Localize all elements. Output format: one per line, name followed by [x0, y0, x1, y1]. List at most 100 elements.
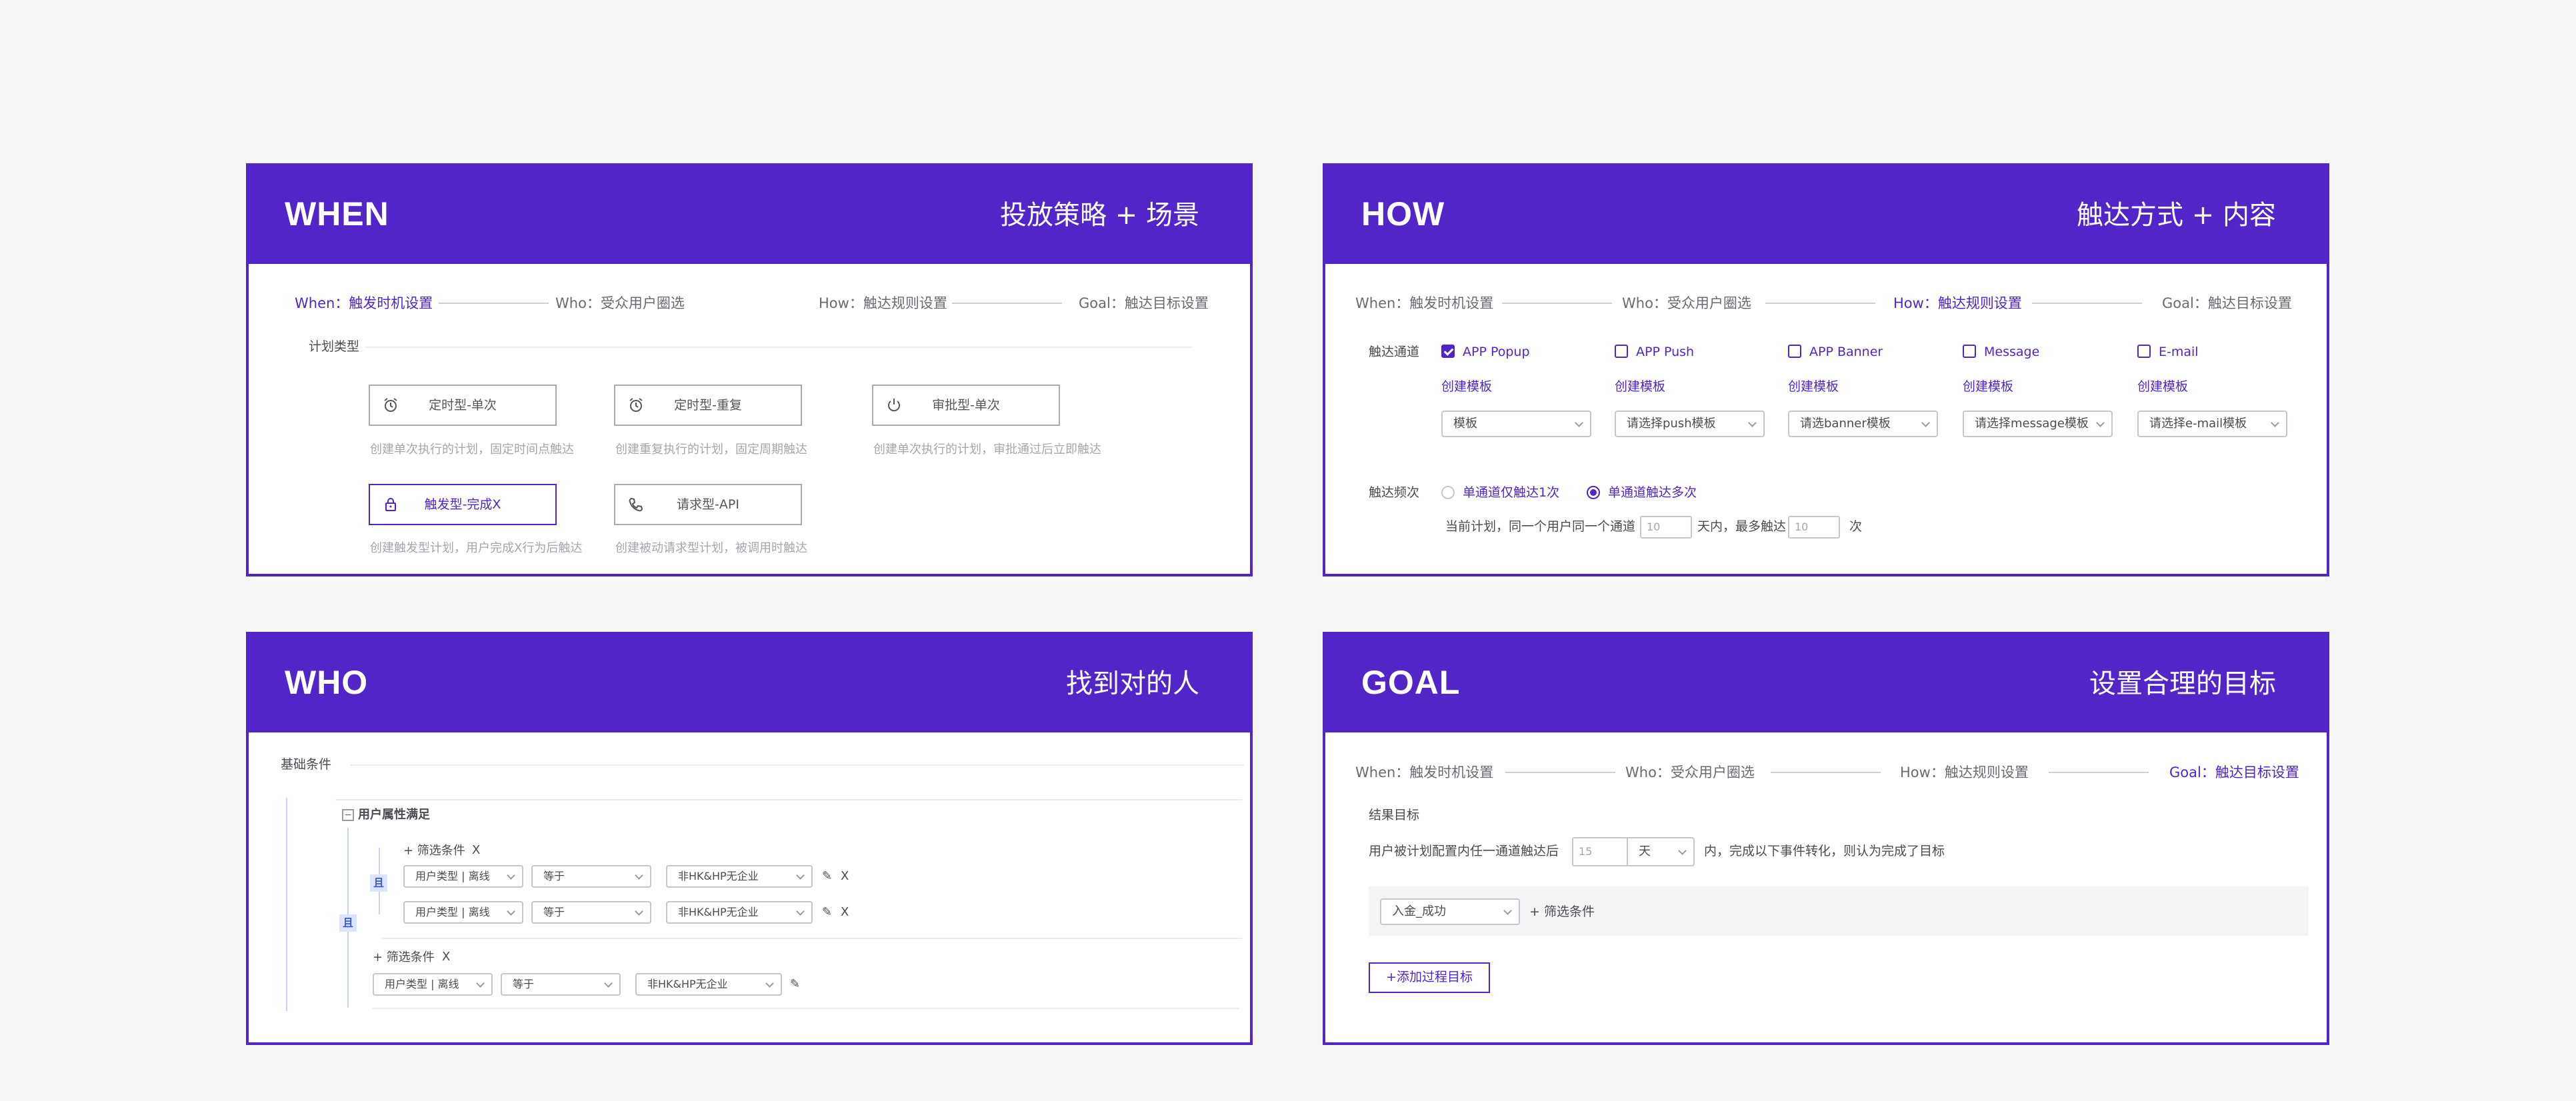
create-template-link[interactable]: 创建模板 — [1963, 378, 2013, 395]
freq-multi-radio[interactable] — [1587, 486, 1600, 499]
add-filter-link[interactable]: + 筛选条件 — [1529, 903, 1595, 920]
step-when[interactable]: When：触发时机设置 — [1355, 294, 1493, 313]
close-icon[interactable]: X — [841, 904, 849, 921]
chevron-down-icon — [507, 907, 515, 916]
value-select[interactable]: 非HK&HP无企业 — [635, 973, 782, 996]
template-select[interactable]: 请选择e-mail模板 — [2137, 411, 2287, 437]
step-goal[interactable]: Goal：触达目标设置 — [2162, 294, 2292, 313]
add-filter-link[interactable]: + 筛选条件 — [403, 842, 465, 860]
card-scheduled-once[interactable]: 定时型-单次 — [369, 385, 557, 426]
card-label: 定时型-单次 — [429, 398, 497, 413]
select-value: 请选择message模板 — [1975, 417, 2089, 431]
card-request-api[interactable]: 请求型-API — [614, 484, 802, 525]
event-select[interactable]: 入金_成功 — [1380, 898, 1520, 925]
divider — [373, 1008, 1239, 1009]
close-icon[interactable]: X — [472, 842, 480, 859]
field-select[interactable]: 用户类型 | 离线 — [403, 865, 523, 888]
operator-select[interactable]: 等于 — [501, 973, 621, 996]
create-template-link[interactable]: 创建模板 — [1441, 378, 1492, 395]
who-header: WHO 找到对的人 — [249, 634, 1250, 732]
step-goal[interactable]: Goal：触达目标设置 — [2169, 763, 2299, 782]
card-label: 触发型-完成X — [424, 497, 501, 512]
group-label: 用户属性满足 — [358, 808, 430, 822]
chevron-down-icon — [1503, 906, 1512, 915]
channel-checkbox[interactable] — [1963, 345, 1976, 358]
card-trigger-complete-x[interactable]: 触发型-完成X — [369, 484, 557, 525]
card-scheduled-repeat[interactable]: 定时型-重复 — [614, 385, 802, 426]
step-connector — [1771, 772, 1881, 773]
card-label: 审批型-单次 — [932, 398, 1000, 413]
step-how[interactable]: How：触达规则设置 — [1893, 294, 2022, 313]
card-approval-once[interactable]: 审批型-单次 — [872, 385, 1060, 426]
operator-select[interactable]: 等于 — [531, 865, 651, 888]
chevron-down-icon — [476, 979, 485, 988]
step-connector — [2032, 303, 2142, 304]
channel-name: APP Banner — [1809, 345, 1883, 359]
select-value: 请选banner模板 — [1800, 417, 1891, 431]
freq-once-radio[interactable] — [1441, 486, 1455, 499]
when-title: WHEN — [285, 195, 389, 233]
value-select[interactable]: 非HK&HP无企业 — [666, 901, 813, 924]
step-when[interactable]: When：触发时机设置 — [295, 294, 433, 313]
and-badge[interactable]: 且 — [370, 874, 387, 892]
edit-icon[interactable]: ✎ — [790, 976, 800, 993]
template-select[interactable]: 模板 — [1441, 411, 1591, 437]
close-icon[interactable]: X — [841, 868, 849, 885]
alarm-clock-icon — [629, 398, 643, 412]
channel-checkbox[interactable] — [1441, 345, 1455, 358]
select-value: 请选择e-mail模板 — [2149, 417, 2247, 431]
channel-checkbox[interactable] — [1788, 345, 1801, 358]
template-select[interactable]: 请选择message模板 — [1963, 411, 2113, 437]
and-badge[interactable]: 且 — [339, 914, 357, 932]
select-value: 等于 — [513, 978, 535, 990]
create-template-link[interactable]: 创建模板 — [1788, 378, 1839, 395]
channel-checkbox[interactable] — [2137, 345, 2151, 358]
select-value: 非HK&HP无企业 — [647, 978, 728, 990]
when-subtitle: 投放策略 + 场景 — [1000, 200, 1199, 231]
step-when[interactable]: When：触发时机设置 — [1355, 763, 1493, 782]
field-select[interactable]: 用户类型 | 离线 — [403, 901, 523, 924]
freq-days-input[interactable]: 10 — [1640, 516, 1692, 539]
add-filter-link[interactable]: + 筛选条件 — [373, 949, 435, 966]
create-template-link[interactable]: 创建模板 — [1615, 378, 1665, 395]
collapse-icon[interactable]: − — [342, 809, 354, 821]
add-process-goal-button[interactable]: +添加过程目标 — [1369, 962, 1490, 993]
chevron-down-icon — [796, 907, 805, 916]
step-goal[interactable]: Goal：触达目标设置 — [1079, 294, 1209, 313]
when-header: WHEN 投放策略 + 场景 — [249, 166, 1250, 264]
select-value: 用户类型 | 离线 — [415, 906, 490, 918]
freq-multi-label: 单通道触达多次 — [1608, 485, 1697, 500]
select-value: 用户类型 | 离线 — [415, 870, 490, 882]
card-hint: 创建单次执行的计划，固定时间点触达 — [370, 443, 574, 457]
who-panel: WHO 找到对的人 基础条件 − 用户属性满足 且 且 + 筛选条件 X 用户类… — [246, 632, 1253, 1045]
step-connector — [1505, 772, 1615, 773]
edit-icon[interactable]: ✎ — [822, 904, 832, 921]
step-who[interactable]: Who：受众用户圈选 — [555, 294, 685, 313]
divider — [350, 764, 1243, 766]
field-select[interactable]: 用户类型 | 离线 — [373, 973, 493, 996]
chevron-down-icon — [796, 871, 805, 880]
frequency-label: 触达频次 — [1369, 485, 1420, 500]
template-select[interactable]: 请选择push模板 — [1615, 411, 1765, 437]
chevron-down-icon — [635, 907, 643, 916]
channel-name: APP Push — [1636, 345, 1695, 359]
step-how[interactable]: How：触达规则设置 — [1900, 763, 2029, 782]
step-who[interactable]: Who：受众用户圈选 — [1622, 294, 1751, 313]
value-select[interactable]: 非HK&HP无企业 — [666, 865, 813, 888]
create-template-link[interactable]: 创建模板 — [2137, 378, 2188, 395]
operator-select[interactable]: 等于 — [531, 901, 651, 924]
step-who[interactable]: Who：受众用户圈选 — [1625, 763, 1755, 782]
chevron-down-icon — [1575, 419, 1583, 427]
step-connector — [1765, 303, 1875, 304]
freq-times-input[interactable]: 10 — [1788, 516, 1840, 539]
step-connector — [439, 303, 549, 304]
goal-unit-select[interactable]: 天 — [1627, 837, 1695, 866]
close-icon[interactable]: X — [442, 948, 450, 966]
template-select[interactable]: 请选banner模板 — [1788, 411, 1938, 437]
channel-checkbox[interactable] — [1615, 345, 1628, 358]
step-connector — [2049, 772, 2149, 773]
power-icon — [888, 399, 900, 412]
edit-icon[interactable]: ✎ — [822, 868, 832, 885]
goal-days-input[interactable]: 15 — [1572, 837, 1628, 866]
step-how[interactable]: How：触达规则设置 — [819, 294, 947, 313]
